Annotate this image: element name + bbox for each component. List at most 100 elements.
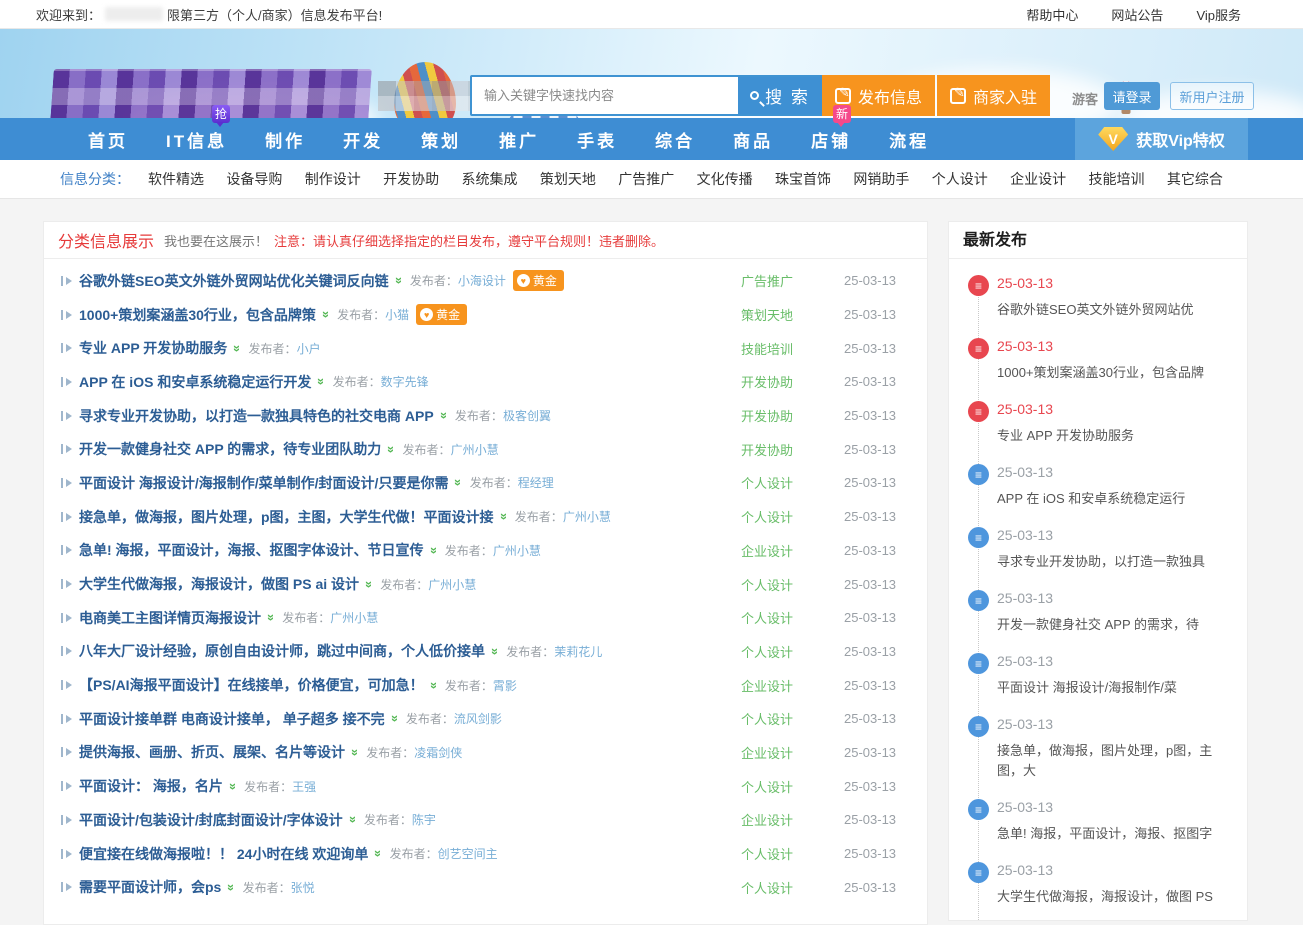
publisher-link[interactable]: 小户: [297, 340, 321, 357]
publisher-link[interactable]: 程经理: [518, 474, 554, 491]
category-link[interactable]: 企业设计: [1010, 169, 1066, 189]
listing-category-link[interactable]: 广告推广: [722, 271, 812, 290]
chevron-down-icon[interactable]: «: [369, 850, 384, 857]
category-link[interactable]: 广告推广: [618, 169, 674, 189]
listing-title-link[interactable]: 平面设计/包装设计/封底封面设计/字体设计: [79, 810, 343, 830]
publisher-link[interactable]: 霄影: [493, 677, 517, 694]
listing-category-link[interactable]: 策划天地: [722, 305, 812, 324]
nav-item[interactable]: 制作: [265, 127, 305, 152]
publisher-link[interactable]: 流风剑影: [454, 710, 502, 727]
listing-title-link[interactable]: 电商美工主图详情页海报设计: [79, 608, 261, 628]
listing-category-link[interactable]: 企业设计: [722, 743, 812, 762]
vip-privilege-button[interactable]: V 获取Vip特权: [1075, 118, 1248, 160]
post-title-link[interactable]: APP 在 iOS 和安卓系统稳定运行: [997, 491, 1185, 506]
listing-category-link[interactable]: 开发协助: [722, 406, 812, 425]
post-title-link[interactable]: 专业 APP 开发协助服务: [997, 428, 1134, 443]
publisher-link[interactable]: 极客创翼: [503, 407, 551, 424]
listing-title-link[interactable]: 平面设计接单群 电商设计接单， 单子超多 接不完: [79, 709, 385, 729]
login-button[interactable]: 请登录: [1104, 82, 1160, 110]
chevron-down-icon[interactable]: «: [425, 547, 440, 554]
post-title-link[interactable]: 寻求专业开发协助，以打造一款独具: [997, 554, 1205, 569]
topbar-link[interactable]: 帮助中心: [1026, 5, 1078, 24]
chevron-down-icon[interactable]: «: [224, 783, 239, 790]
chevron-down-icon[interactable]: «: [317, 311, 332, 318]
chevron-down-icon[interactable]: «: [486, 648, 501, 655]
listing-category-link[interactable]: 个人设计: [722, 777, 812, 796]
listing-title-link[interactable]: 【PS/AI海报平面设计】在线接单，价格便宜，可加急！: [79, 675, 424, 695]
listing-title-link[interactable]: 开发一款健身社交 APP 的需求，待专业团队助力: [79, 439, 381, 459]
chevron-down-icon[interactable]: «: [222, 884, 237, 891]
listing-title-link[interactable]: 接急单，做海报，图片处理，p图，主图，大学生代做！平面设计接: [79, 507, 494, 527]
publisher-link[interactable]: 广州小慧: [428, 576, 476, 593]
category-link[interactable]: 其它综合: [1167, 169, 1223, 189]
publisher-link[interactable]: 广州小慧: [330, 609, 378, 626]
publisher-link[interactable]: 数字先锋: [381, 373, 429, 390]
chevron-down-icon[interactable]: «: [425, 681, 440, 688]
topbar-link[interactable]: Vip服务: [1196, 5, 1241, 24]
category-link[interactable]: 制作设计: [305, 169, 361, 189]
listing-title-link[interactable]: 寻求专业开发协助，以打造一款独具特色的社交电商 APP: [79, 406, 434, 426]
listing-category-link[interactable]: 个人设计: [722, 507, 812, 526]
nav-item[interactable]: 首页: [88, 127, 128, 152]
chevron-down-icon[interactable]: «: [382, 446, 397, 453]
listing-title-link[interactable]: 大学生代做海报，海报设计，做图 PS ai 设计: [79, 574, 359, 594]
category-link[interactable]: 开发协助: [383, 169, 439, 189]
listing-title-link[interactable]: 平面设计 海报设计/海报制作/菜单制作/封面设计/只要是你需: [79, 473, 448, 493]
chevron-down-icon[interactable]: «: [346, 749, 361, 756]
post-title-link[interactable]: 谷歌外链SEO英文外链外贸网站优: [997, 302, 1193, 317]
publisher-link[interactable]: 创艺空间主: [438, 845, 498, 862]
listing-category-link[interactable]: 技能培训: [722, 339, 812, 358]
merchant-join-button[interactable]: ✎ 商家入驻: [937, 75, 1050, 116]
topbar-link[interactable]: 网站公告: [1111, 5, 1163, 24]
publisher-link[interactable]: 茉莉花儿: [554, 643, 602, 660]
listing-category-link[interactable]: 个人设计: [722, 473, 812, 492]
listing-title-link[interactable]: 便宜接在线做海报啦！！ 24小时在线 欢迎询单: [79, 844, 368, 864]
listing-title-link[interactable]: 平面设计： 海报，名片: [79, 776, 223, 796]
category-link[interactable]: 个人设计: [932, 169, 988, 189]
listing-title-link[interactable]: 八年大厂设计经验，原创自由设计师，跳过中间商，个人低价接单: [79, 641, 485, 661]
chevron-down-icon[interactable]: «: [435, 412, 450, 419]
listing-category-link[interactable]: 企业设计: [722, 810, 812, 829]
chevron-down-icon[interactable]: «: [390, 277, 405, 284]
search-button[interactable]: 搜 索: [738, 77, 822, 114]
category-link[interactable]: 策划天地: [540, 169, 596, 189]
listing-category-link[interactable]: 个人设计: [722, 878, 812, 897]
register-button[interactable]: 新用户注册: [1170, 82, 1254, 110]
listing-title-link[interactable]: 1000+策划案涵盖30行业，包含品牌策: [79, 305, 316, 325]
listing-category-link[interactable]: 个人设计: [722, 844, 812, 863]
category-link[interactable]: 珠宝首饰: [775, 169, 831, 189]
nav-item[interactable]: 店铺: [811, 127, 851, 152]
category-link[interactable]: 系统集成: [462, 169, 518, 189]
listing-title-link[interactable]: APP 在 iOS 和安卓系统稳定运行开发: [79, 372, 311, 392]
publisher-link[interactable]: 张悦: [291, 879, 315, 896]
category-link[interactable]: 文化传播: [697, 169, 753, 189]
category-link[interactable]: 软件精选: [148, 169, 204, 189]
chevron-down-icon[interactable]: «: [450, 479, 465, 486]
publisher-link[interactable]: 广州小慧: [493, 542, 541, 559]
listing-title-link[interactable]: 专业 APP 开发协助服务: [79, 338, 227, 358]
nav-item[interactable]: 商品: [733, 127, 773, 152]
listing-title-link[interactable]: 需要平面设计师，会ps: [79, 877, 221, 897]
listing-category-link[interactable]: 个人设计: [722, 608, 812, 627]
nav-item[interactable]: 策划: [421, 127, 461, 152]
post-title-link[interactable]: 开发一款健身社交 APP 的需求，待: [997, 617, 1199, 632]
listing-category-link[interactable]: 个人设计: [722, 642, 812, 661]
post-title-link[interactable]: 大学生代做海报，海报设计，做图 PS: [997, 889, 1213, 904]
publisher-link[interactable]: 广州小慧: [563, 508, 611, 525]
publisher-link[interactable]: 广州小慧: [451, 441, 499, 458]
listing-title-link[interactable]: 谷歌外链SEO英文外链外贸网站优化关键词反向链: [79, 271, 389, 291]
chevron-down-icon[interactable]: «: [495, 513, 510, 520]
chevron-down-icon[interactable]: «: [262, 614, 277, 621]
publisher-link[interactable]: 王强: [292, 778, 316, 795]
category-link[interactable]: 设备导购: [226, 169, 282, 189]
chevron-down-icon[interactable]: «: [360, 580, 375, 587]
listing-category-link[interactable]: 开发协助: [722, 372, 812, 391]
chevron-down-icon[interactable]: «: [344, 816, 359, 823]
nav-item[interactable]: 推广: [499, 127, 539, 152]
listing-category-link[interactable]: 开发协助: [722, 440, 812, 459]
category-link[interactable]: 网销助手: [853, 169, 909, 189]
listing-category-link[interactable]: 企业设计: [722, 541, 812, 560]
post-title-link[interactable]: 急单! 海报，平面设计，海报、抠图字: [997, 826, 1212, 841]
nav-item[interactable]: 手表: [577, 127, 617, 152]
nav-item[interactable]: 综合: [655, 127, 695, 152]
